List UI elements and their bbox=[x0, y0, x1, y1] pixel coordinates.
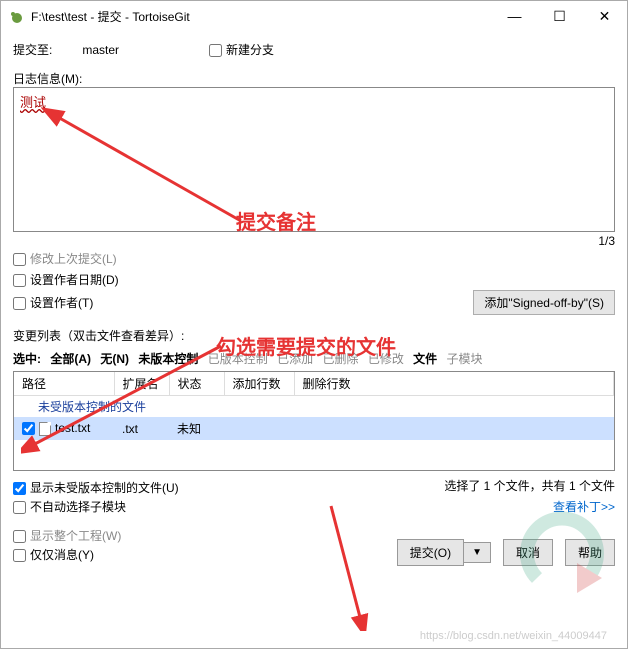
col-ext[interactable]: 扩展名 bbox=[114, 372, 169, 396]
minimize-button[interactable]: — bbox=[492, 2, 537, 30]
filter-deleted[interactable]: 已删除 bbox=[322, 352, 358, 366]
view-patch-link[interactable]: 查看补丁>> bbox=[444, 498, 615, 515]
file-checkbox[interactable] bbox=[22, 422, 35, 435]
commit-dropdown-button[interactable]: ▼ bbox=[464, 542, 491, 563]
filter-unversioned[interactable]: 未版本控制 bbox=[138, 352, 198, 366]
file-icon bbox=[39, 422, 51, 436]
filter-submodule[interactable]: 子模块 bbox=[447, 352, 483, 366]
url-watermark: https://blog.csdn.net/weixin_44009447 bbox=[420, 630, 607, 642]
filter-versioned[interactable]: 已版本控制 bbox=[208, 352, 268, 366]
char-counter: 1/3 bbox=[13, 234, 615, 248]
show-unversioned-checkbox[interactable]: 显示未受版本控制的文件(U) bbox=[13, 481, 179, 495]
log-message-label: 日志信息(M): bbox=[13, 70, 615, 87]
filter-files[interactable]: 文件 bbox=[413, 352, 437, 366]
changes-header: 变更列表（双击文件查看差异）: bbox=[13, 327, 615, 344]
arrow-icon bbox=[321, 501, 381, 631]
signed-off-button[interactable]: 添加"Signed-off-by"(S) bbox=[473, 290, 615, 315]
help-button[interactable]: 帮助 bbox=[565, 539, 615, 566]
col-del-lines[interactable]: 删除行数 bbox=[294, 372, 614, 396]
log-message-input[interactable]: 测试 bbox=[13, 87, 615, 232]
branch-name: master bbox=[82, 43, 119, 57]
col-add-lines[interactable]: 添加行数 bbox=[224, 372, 294, 396]
commit-to-label: 提交至: bbox=[13, 41, 52, 58]
table-row[interactable]: test.txt .txt 未知 bbox=[14, 417, 614, 440]
amend-checkbox[interactable]: 修改上次提交(L) bbox=[13, 252, 117, 266]
selected-label: 选中: bbox=[13, 352, 41, 366]
msg-only-checkbox[interactable]: 仅仅消息(Y) bbox=[13, 548, 94, 562]
cancel-button[interactable]: 取消 bbox=[503, 539, 553, 566]
close-button[interactable]: ✕ bbox=[582, 2, 627, 30]
author-date-checkbox[interactable]: 设置作者日期(D) bbox=[13, 273, 119, 287]
filter-none[interactable]: 无(N) bbox=[100, 352, 129, 366]
commit-dialog: F:\test\test - 提交 - TortoiseGit — ☐ ✕ 提交… bbox=[0, 0, 628, 649]
status-text: 选择了 1 个文件，共有 1 个文件 bbox=[444, 477, 615, 494]
new-branch-checkbox[interactable]: 新建分支 bbox=[209, 41, 274, 58]
titlebar: F:\test\test - 提交 - TortoiseGit — ☐ ✕ bbox=[1, 1, 627, 31]
filter-added[interactable]: 已添加 bbox=[277, 352, 313, 366]
author-checkbox[interactable]: 设置作者(T) bbox=[13, 296, 93, 310]
commit-button[interactable]: 提交(O) bbox=[397, 539, 464, 566]
col-status[interactable]: 状态 bbox=[169, 372, 224, 396]
log-message-text: 测试 bbox=[20, 95, 46, 110]
file-list[interactable]: 路径 扩展名 状态 添加行数 删除行数 未受版本控制的文件 test.txt .… bbox=[13, 371, 615, 471]
filter-all[interactable]: 全部(A) bbox=[50, 352, 91, 366]
no-auto-sub-checkbox[interactable]: 不自动选择子模块 bbox=[13, 500, 126, 514]
maximize-button[interactable]: ☐ bbox=[537, 2, 582, 30]
col-path[interactable]: 路径 bbox=[14, 372, 114, 396]
filter-bar: 选中: 全部(A) 无(N) 未版本控制 已版本控制 已添加 已删除 已修改 文… bbox=[13, 350, 615, 367]
tortoise-icon bbox=[9, 8, 25, 24]
show-whole-checkbox[interactable]: 显示整个工程(W) bbox=[13, 529, 121, 543]
window-title: F:\test\test - 提交 - TortoiseGit bbox=[31, 8, 492, 25]
filter-modified[interactable]: 已修改 bbox=[368, 352, 404, 366]
group-row: 未受版本控制的文件 bbox=[14, 396, 614, 418]
